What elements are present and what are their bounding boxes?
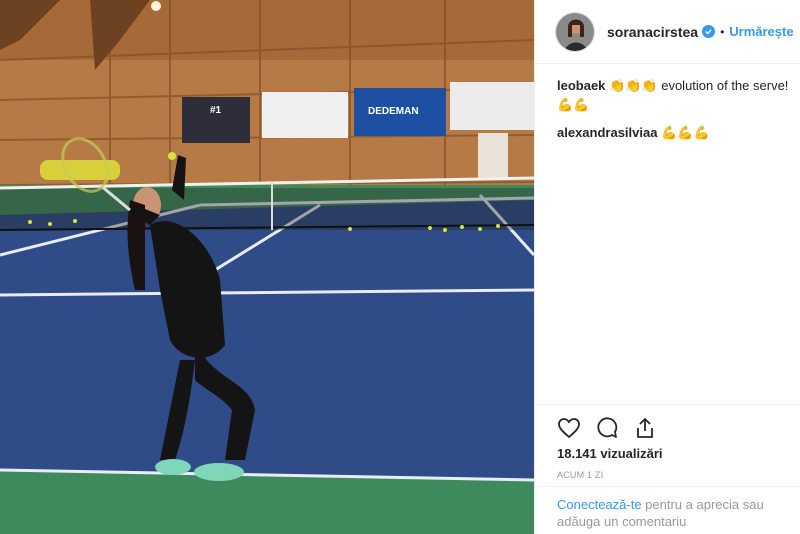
post-timestamp: ACUM 1 ZI [557, 470, 604, 480]
username-link[interactable]: soranacirstea [607, 24, 698, 40]
comment-author[interactable]: alexandrasilviaa [557, 125, 657, 140]
divider [535, 404, 800, 405]
comment-text: 👏👏👏 evolution of the serve! [609, 78, 789, 93]
post-header: soranacirstea • Urmărește [535, 0, 800, 64]
post-media-video[interactable]: #1 DEDEMAN [0, 0, 534, 534]
comment-author[interactable]: leobaek [557, 78, 605, 93]
comment-bubble-icon[interactable] [593, 414, 621, 442]
comment-text: 💪💪💪 [661, 125, 710, 140]
view-count[interactable]: 18.141 vizualizări [557, 446, 663, 461]
follow-button[interactable]: Urmărește [729, 24, 793, 39]
tennis-serve-scene: #1 DEDEMAN [0, 0, 534, 534]
banner-number: #1 [210, 105, 222, 116]
share-icon[interactable] [631, 414, 659, 442]
separator-dot: • [720, 24, 725, 39]
comment-item: leobaek 👏👏👏 evolution of the serve! 💪💪 [557, 76, 800, 114]
verified-badge-icon [702, 25, 716, 38]
login-link[interactable]: Conectează-te [557, 497, 642, 512]
avatar[interactable] [555, 11, 595, 52]
comments-list: leobaek 👏👏👏 evolution of the serve! 💪💪 a… [557, 76, 800, 151]
post-actions [555, 414, 669, 442]
comment-item: alexandrasilviaa 💪💪💪 [557, 123, 800, 142]
wall-banner-1 [182, 97, 250, 143]
comment-text-continued: 💪💪 [557, 97, 590, 112]
svg-text:DEDEMAN: DEDEMAN [368, 106, 419, 117]
divider [535, 486, 800, 487]
heart-icon[interactable] [555, 414, 583, 442]
post-side-panel: soranacirstea • Urmărește leobaek 👏👏👏 ev… [534, 0, 800, 534]
login-prompt: Conectează-te pentru a aprecia sau adăug… [557, 496, 793, 530]
